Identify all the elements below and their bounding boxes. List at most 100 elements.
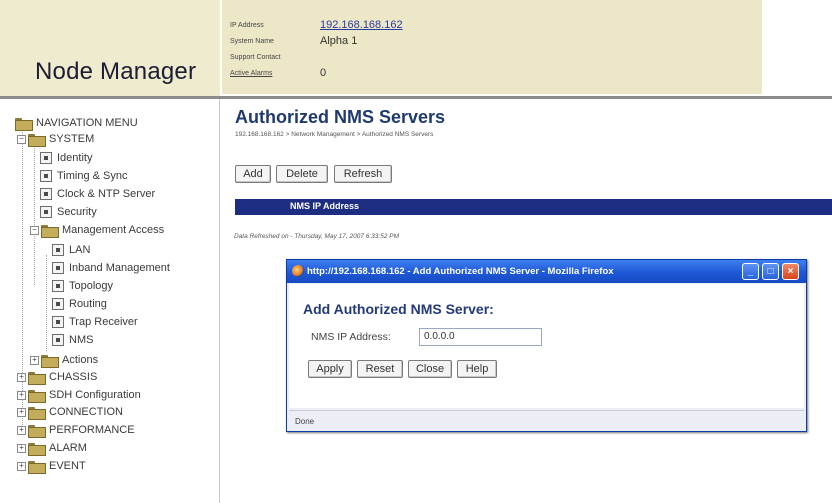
nav-item-label: PERFORMANCE [49, 424, 135, 436]
column-header-nms-ip[interactable]: NMS IP Address [290, 201, 359, 211]
system-name-label: System Name [230, 38, 274, 45]
page-icon [40, 188, 52, 200]
support-contact-label: Support Contact [230, 54, 281, 61]
nav-item-label: Security [57, 206, 97, 218]
nav-item-lan[interactable]: LAN [52, 242, 90, 258]
page-title: Authorized NMS Servers [235, 107, 446, 127]
nms-ip-address-label: NMS IP Address: [311, 331, 391, 343]
tree-line [34, 143, 35, 285]
nav-item-trap-receiver[interactable]: Trap Receiver [52, 314, 138, 330]
expand-icon[interactable]: + [17, 443, 26, 453]
delete-button[interactable]: Delete [276, 165, 328, 183]
popup-titlebar[interactable]: http://192.168.168.162 - Add Authorized … [287, 260, 806, 283]
ip-address-label: IP Address [230, 22, 264, 29]
nav-item-label: Routing [69, 298, 107, 310]
add-button[interactable]: Add [235, 165, 271, 183]
nav-item-security[interactable]: Security [40, 204, 97, 220]
help-button[interactable]: Help [457, 360, 497, 378]
refresh-button[interactable]: Refresh [334, 165, 392, 183]
page-icon [40, 170, 52, 182]
minimize-icon[interactable]: _ [742, 263, 759, 280]
system-name-value: Alpha 1 [320, 35, 358, 47]
status-text: Done [295, 417, 315, 426]
folder-icon [41, 354, 59, 368]
popup-heading: Add Authorized NMS Server: [303, 301, 494, 317]
page-icon [52, 334, 64, 346]
nav-item-management-access[interactable]: − Management Access [30, 222, 164, 238]
expand-icon[interactable]: + [17, 425, 26, 435]
nav-item-label: ALARM [49, 442, 87, 454]
nav-item-topology[interactable]: Topology [52, 278, 113, 294]
expand-icon[interactable]: + [17, 407, 26, 417]
nav-item-performance[interactable]: + PERFORMANCE [17, 422, 135, 438]
folder-icon [28, 460, 46, 474]
nav-item-label: Identity [57, 152, 93, 164]
nav-item-event[interactable]: + EVENT [17, 458, 86, 474]
page-icon [52, 316, 64, 328]
nav-item-actions[interactable]: + Actions [30, 352, 98, 368]
nav-item-identity[interactable]: Identity [40, 150, 92, 166]
page-icon [52, 298, 64, 310]
nav-item-label: EVENT [49, 460, 86, 472]
ip-address-link[interactable]: 192.168.168.162 [320, 19, 403, 31]
collapse-icon[interactable]: − [17, 134, 26, 144]
nav-item-label: Inband Management [69, 262, 170, 274]
nav-item-label: NMS [69, 334, 94, 346]
app-title: Node Manager [35, 58, 197, 85]
nav-item-chassis[interactable]: + CHASSIS [17, 369, 97, 385]
close-button[interactable]: Close [408, 360, 452, 378]
collapse-icon[interactable]: − [30, 225, 39, 235]
folder-open-icon [28, 133, 46, 147]
nav-item-connection[interactable]: + CONNECTION [17, 404, 123, 420]
header-info-panel: IP Address 192.168.168.162 System Name A… [222, 0, 762, 94]
folder-icon [28, 442, 46, 456]
page-icon [52, 244, 64, 256]
nav-item-inband-management[interactable]: Inband Management [52, 260, 170, 276]
folder-icon [28, 389, 46, 403]
nav-item-timing-sync[interactable]: Timing & Sync [40, 168, 128, 184]
expand-icon[interactable]: + [30, 355, 39, 365]
nav-item-nms[interactable]: NMS [52, 332, 93, 348]
nav-menu-root[interactable]: NAVIGATION MENU [15, 115, 138, 131]
nav-item-sdh-configuration[interactable]: + SDH Configuration [17, 387, 141, 403]
expand-icon[interactable]: + [17, 390, 26, 400]
nav-item-label: NAVIGATION MENU [36, 117, 138, 129]
nav-item-system[interactable]: − SYSTEM [17, 131, 94, 147]
nms-table-header: NMS IP Address [235, 199, 832, 215]
nav-item-label: CONNECTION [49, 406, 123, 418]
reset-button[interactable]: Reset [357, 360, 403, 378]
nav-item-routing[interactable]: Routing [52, 296, 107, 312]
expand-icon[interactable]: + [17, 372, 26, 382]
nav-item-label: LAN [69, 244, 91, 256]
popup-window-title: http://192.168.168.162 - Add Authorized … [307, 266, 614, 277]
tree-line [46, 255, 47, 351]
folder-open-icon [15, 117, 33, 131]
folder-icon [28, 371, 46, 385]
header-brand-area: Node Manager [0, 0, 220, 96]
nav-item-label: Clock & NTP Server [57, 188, 156, 200]
firefox-icon [292, 265, 304, 277]
nav-item-label: Management Access [62, 224, 165, 236]
data-refreshed-timestamp: Data Refreshed on - Thursday, May 17, 20… [234, 233, 399, 240]
nav-item-label: Actions [62, 354, 99, 366]
folder-open-icon [41, 224, 59, 238]
nav-item-alarm[interactable]: + ALARM [17, 440, 87, 456]
nav-item-label: Timing & Sync [57, 170, 128, 182]
page-icon [40, 152, 52, 164]
nav-item-label: CHASSIS [49, 371, 98, 383]
folder-icon [28, 406, 46, 420]
close-window-icon[interactable]: × [782, 263, 799, 280]
navigation-tree: NAVIGATION MENU − SYSTEM Identity Timing… [0, 99, 220, 503]
apply-button[interactable]: Apply [308, 360, 352, 378]
header-right-blank [762, 0, 832, 96]
folder-icon [28, 424, 46, 438]
nav-item-label: SYSTEM [49, 133, 95, 145]
expand-icon[interactable]: + [17, 461, 26, 471]
nms-ip-address-input[interactable]: 0.0.0.0 [419, 328, 542, 346]
popup-body: Add Authorized NMS Server: NMS IP Addres… [289, 284, 804, 408]
nav-item-clock-ntp[interactable]: Clock & NTP Server [40, 186, 155, 202]
maximize-icon[interactable]: □ [762, 263, 779, 280]
breadcrumb: 192.168.168.162 > Network Management > A… [235, 131, 434, 138]
active-alarms-link[interactable]: Active Alarms [230, 70, 320, 77]
nav-item-label: SDH Configuration [49, 389, 141, 401]
